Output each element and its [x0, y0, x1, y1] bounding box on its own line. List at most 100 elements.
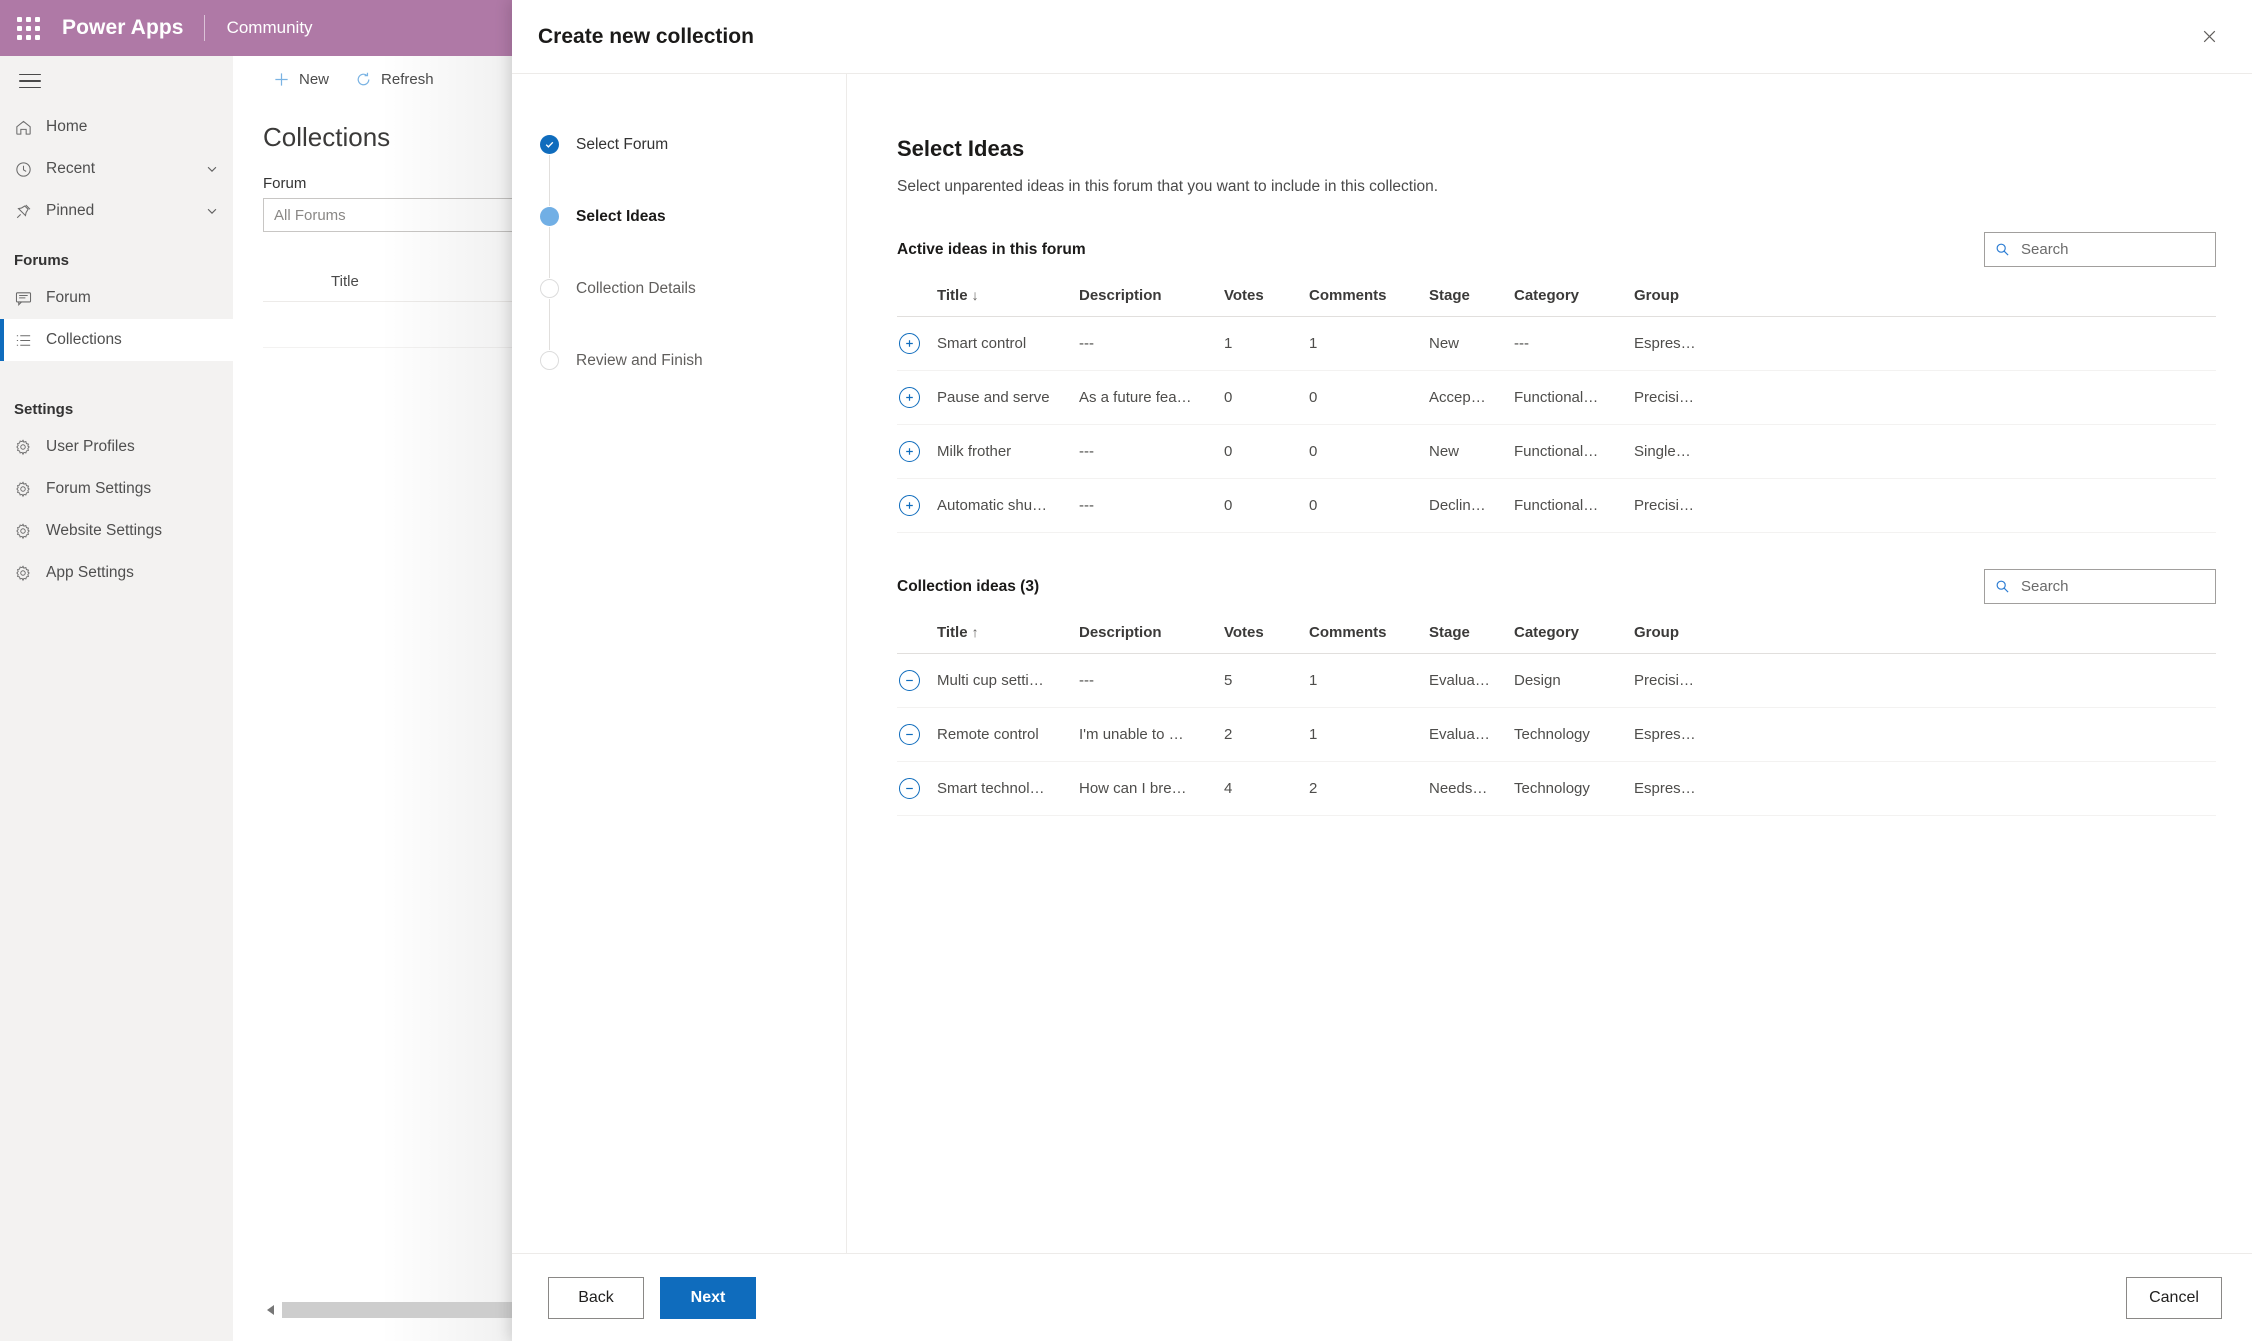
- cell-comments: 1: [1309, 707, 1429, 762]
- remove-circle-icon[interactable]: [899, 670, 920, 691]
- table-row[interactable]: Multi cup setti… --- 5 1 Evalua… Design …: [897, 653, 2216, 708]
- screen: Power Apps Community Home Recent Pinned …: [0, 0, 2252, 1341]
- cell-group: Espres…: [1634, 707, 2216, 762]
- cell-stage: Evalua…: [1429, 653, 1514, 708]
- add-circle-icon[interactable]: [899, 333, 920, 354]
- cell-votes: 0: [1224, 424, 1309, 479]
- current-step-dot-icon: [540, 207, 559, 226]
- refresh-button[interactable]: Refresh: [345, 65, 444, 94]
- column-header-votes[interactable]: Votes: [1224, 283, 1309, 317]
- wizard-step-label: Collection Details: [576, 280, 696, 297]
- add-circle-icon[interactable]: [899, 387, 920, 408]
- sidebar-item-collections[interactable]: Collections: [0, 319, 233, 361]
- column-header-title-label: Title: [937, 624, 968, 641]
- remove-circle-icon[interactable]: [899, 778, 920, 799]
- refresh-icon: [355, 71, 372, 88]
- table-row[interactable]: Smart technol… How can I bre… 4 2 Needs……: [897, 761, 2216, 816]
- sidebar-item-website-settings[interactable]: Website Settings: [0, 510, 233, 552]
- sidebar-item-home[interactable]: Home: [0, 106, 233, 148]
- sidebar-item-label: Recent: [46, 160, 96, 177]
- refresh-button-label: Refresh: [381, 70, 434, 88]
- table-row[interactable]: Automatic shu… --- 0 0 Declin… Functiona…: [897, 478, 2216, 533]
- cell-description: As a future fea…: [1079, 370, 1224, 425]
- column-header-comments[interactable]: Comments: [1309, 620, 1429, 654]
- column-header-category[interactable]: Category: [1514, 620, 1634, 654]
- active-ideas-search-input[interactable]: [2019, 240, 2205, 259]
- cell-description: I'm unable to …: [1079, 707, 1224, 762]
- hamburger-menu-icon[interactable]: [0, 56, 233, 106]
- column-header-group[interactable]: Group: [1634, 283, 2216, 317]
- cell-votes: 0: [1224, 478, 1309, 533]
- app-launcher-icon[interactable]: [0, 0, 56, 56]
- wizard-step-review-and-finish[interactable]: Review and Finish: [512, 350, 846, 422]
- add-circle-icon[interactable]: [899, 441, 920, 462]
- sidebar: Home Recent Pinned Forums Forum Collecti…: [0, 56, 233, 1341]
- wizard-step-select-ideas[interactable]: Select Ideas: [512, 206, 846, 278]
- pane-subheading: Select unparented ideas in this forum th…: [897, 178, 1439, 195]
- column-header-votes[interactable]: Votes: [1224, 620, 1309, 654]
- cell-comments: 0: [1309, 478, 1429, 533]
- column-header-description[interactable]: Description: [1079, 283, 1224, 317]
- collection-ideas-search[interactable]: [1984, 569, 2216, 604]
- cell-title: Multi cup setti…: [937, 653, 1079, 708]
- close-icon[interactable]: [2188, 16, 2230, 58]
- sidebar-item-pinned[interactable]: Pinned: [0, 190, 233, 232]
- sidebar-item-recent[interactable]: Recent: [0, 148, 233, 190]
- table-row[interactable]: Pause and serve As a future fea… 0 0 Acc…: [897, 370, 2216, 425]
- column-header-comments[interactable]: Comments: [1309, 283, 1429, 317]
- cell-comments: 0: [1309, 370, 1429, 425]
- column-header-title[interactable]: Title ↑: [937, 620, 1079, 654]
- app-name[interactable]: Community: [205, 18, 313, 38]
- chevron-down-icon[interactable]: [191, 204, 233, 218]
- column-header-group[interactable]: Group: [1634, 620, 2216, 654]
- dialog-footer: Back Next Cancel: [512, 1253, 2252, 1341]
- new-button[interactable]: New: [263, 65, 339, 94]
- table-row[interactable]: Remote control I'm unable to … 2 1 Evalu…: [897, 707, 2216, 762]
- chevron-down-icon[interactable]: [191, 162, 233, 176]
- table-row[interactable]: Milk frother --- 0 0 New Functional… Sin…: [897, 424, 2216, 479]
- sidebar-item-forum[interactable]: Forum: [0, 277, 233, 319]
- home-icon: [14, 118, 46, 137]
- row-action-cell: [897, 761, 937, 816]
- wizard-step-select-forum[interactable]: Select Forum: [512, 134, 846, 206]
- brand-name[interactable]: Power Apps: [56, 16, 204, 40]
- cell-votes: 5: [1224, 653, 1309, 708]
- sidebar-item-app-settings[interactable]: App Settings: [0, 552, 233, 594]
- wizard-step-collection-details[interactable]: Collection Details: [512, 278, 846, 350]
- column-header-stage[interactable]: Stage: [1429, 283, 1514, 317]
- active-ideas-search[interactable]: [1984, 232, 2216, 267]
- background-table-header-title: Title: [331, 273, 359, 290]
- sidebar-item-user-profiles[interactable]: User Profiles: [0, 426, 233, 468]
- remove-circle-icon[interactable]: [899, 724, 920, 745]
- cell-category: Technology: [1514, 707, 1634, 762]
- step-connector: [549, 155, 551, 206]
- back-button[interactable]: Back: [548, 1276, 644, 1319]
- next-button[interactable]: Next: [660, 1276, 756, 1319]
- wizard-step-label: Select Ideas: [576, 208, 666, 225]
- table-row[interactable]: Smart control --- 1 1 New --- Espres…: [897, 316, 2216, 371]
- empty-step-dot-icon: [540, 279, 559, 298]
- select-ideas-pane: Select Ideas Select unparented ideas in …: [847, 74, 2252, 1253]
- sidebar-item-label: Forum Settings: [46, 480, 152, 497]
- cell-category: Technology: [1514, 761, 1634, 816]
- wizard-step-label: Review and Finish: [576, 352, 703, 369]
- column-header-stage[interactable]: Stage: [1429, 620, 1514, 654]
- cell-group: Precisi…: [1634, 478, 2216, 533]
- sidebar-item-forum-settings[interactable]: Forum Settings: [0, 468, 233, 510]
- cancel-button[interactable]: Cancel: [2126, 1276, 2222, 1319]
- column-header-title[interactable]: Title ↓: [937, 283, 1079, 317]
- gear-icon: [14, 564, 46, 582]
- cell-stage: Accep…: [1429, 370, 1514, 425]
- footer-primary-actions: Back Next: [548, 1276, 756, 1319]
- column-header-description[interactable]: Description: [1079, 620, 1224, 654]
- column-header-category[interactable]: Category: [1514, 283, 1634, 317]
- cell-category: Functional…: [1514, 424, 1634, 479]
- sidebar-item-label: Forum: [46, 289, 91, 306]
- cell-group: Single…: [1634, 424, 2216, 479]
- sort-asc-icon: ↑: [971, 624, 979, 640]
- scroll-left-icon[interactable]: [258, 1301, 282, 1319]
- add-circle-icon[interactable]: [899, 495, 920, 516]
- gear-icon: [14, 438, 46, 456]
- search-icon: [1995, 242, 2010, 257]
- collection-ideas-search-input[interactable]: [2019, 577, 2205, 596]
